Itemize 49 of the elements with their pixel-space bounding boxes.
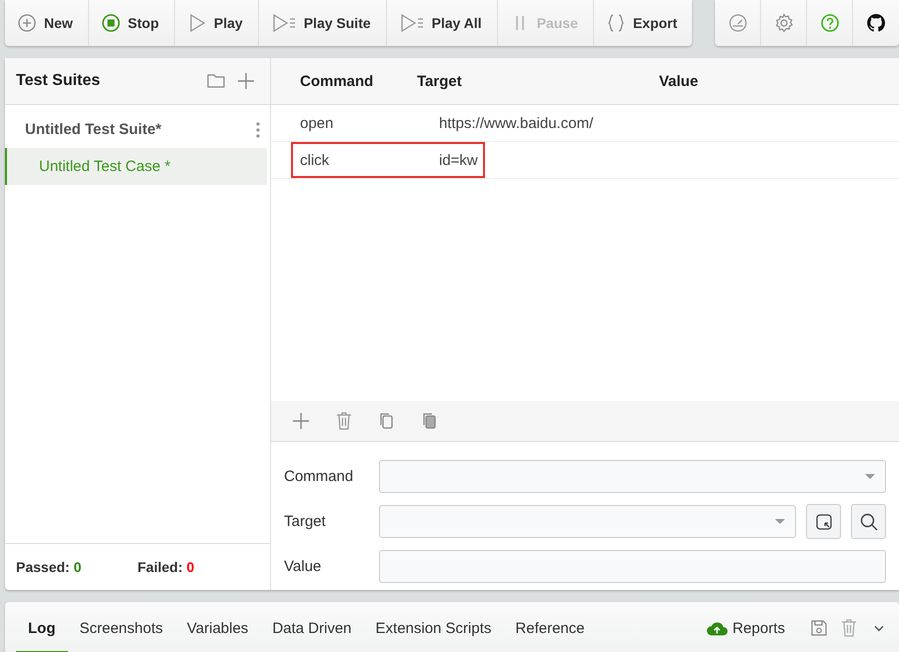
- trash-icon[interactable]: [839, 618, 859, 638]
- search-icon: [858, 512, 878, 532]
- reports-button[interactable]: Reports: [706, 619, 799, 637]
- tab[interactable]: Data Driven: [260, 602, 364, 652]
- field-label: Command: [284, 468, 354, 485]
- toolbar-button[interactable]: Export: [594, 0, 692, 46]
- plus-icon[interactable]: [236, 71, 256, 91]
- plus-icon[interactable]: [291, 411, 311, 431]
- failed-count: Failed: 0: [138, 559, 196, 575]
- tab[interactable]: Reference: [503, 602, 597, 652]
- braces-icon: [606, 13, 626, 33]
- table-cell-text: click: [299, 152, 330, 168]
- stop-icon: [100, 13, 121, 33]
- field-label: Target: [284, 513, 327, 530]
- toolbar-button[interactable]: Play Suite: [258, 0, 387, 46]
- input-field[interactable]: [379, 550, 886, 583]
- play-list-icon: [270, 13, 297, 33]
- toolbar-button[interactable]: New: [5, 0, 89, 46]
- table-cell-text: id=kw: [439, 152, 479, 168]
- select-target-button[interactable]: [806, 504, 841, 539]
- input-field[interactable]: [379, 460, 886, 493]
- input-field[interactable]: [379, 505, 796, 538]
- test-suite-item[interactable]: Untitled Test Suite*: [25, 121, 256, 138]
- tab[interactable]: Log: [16, 602, 68, 652]
- tab[interactable]: Screenshots: [68, 602, 175, 652]
- column-header: Value: [659, 72, 700, 90]
- settings-icon: [774, 13, 794, 33]
- cursor-box-icon: [814, 512, 834, 532]
- help-icon: [820, 13, 840, 33]
- speedometer-icon: [728, 13, 748, 33]
- field-label: Value: [284, 558, 322, 575]
- save-icon[interactable]: [809, 618, 829, 638]
- play-list-icon: [398, 13, 425, 33]
- toolbar-button[interactable]: Play All: [386, 0, 498, 46]
- panel-title: Test Suites: [16, 72, 102, 90]
- column-header: Command: [299, 72, 374, 90]
- column-header: Target: [417, 72, 463, 90]
- toolbar-button[interactable]: Stop: [88, 0, 175, 46]
- plus-circle-icon: [17, 13, 37, 33]
- toolbar-button[interactable]: Play: [174, 0, 259, 46]
- more-icon[interactable]: [256, 122, 260, 138]
- trash-icon[interactable]: [334, 411, 354, 431]
- search-button[interactable]: [851, 504, 886, 539]
- tab[interactable]: Extension Scripts: [364, 602, 504, 652]
- table-cell-text: open: [299, 114, 334, 132]
- tab[interactable]: Variables: [174, 602, 260, 652]
- cat-logo-icon: [866, 13, 886, 33]
- passed-count: Passed: 0: [16, 559, 82, 575]
- table-cell-text: https://www.baidu.com/: [439, 114, 594, 132]
